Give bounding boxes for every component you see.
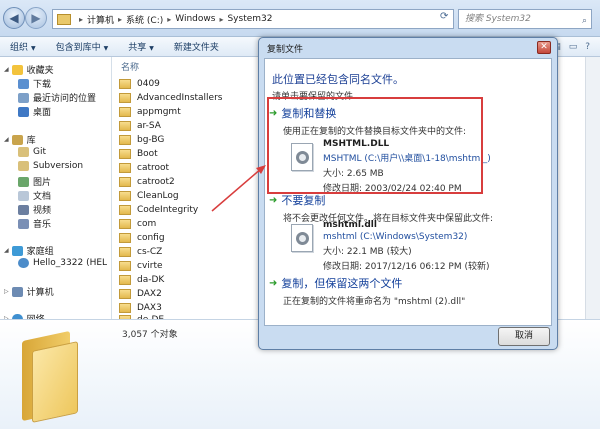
annotation-arrow: [211, 165, 266, 212]
